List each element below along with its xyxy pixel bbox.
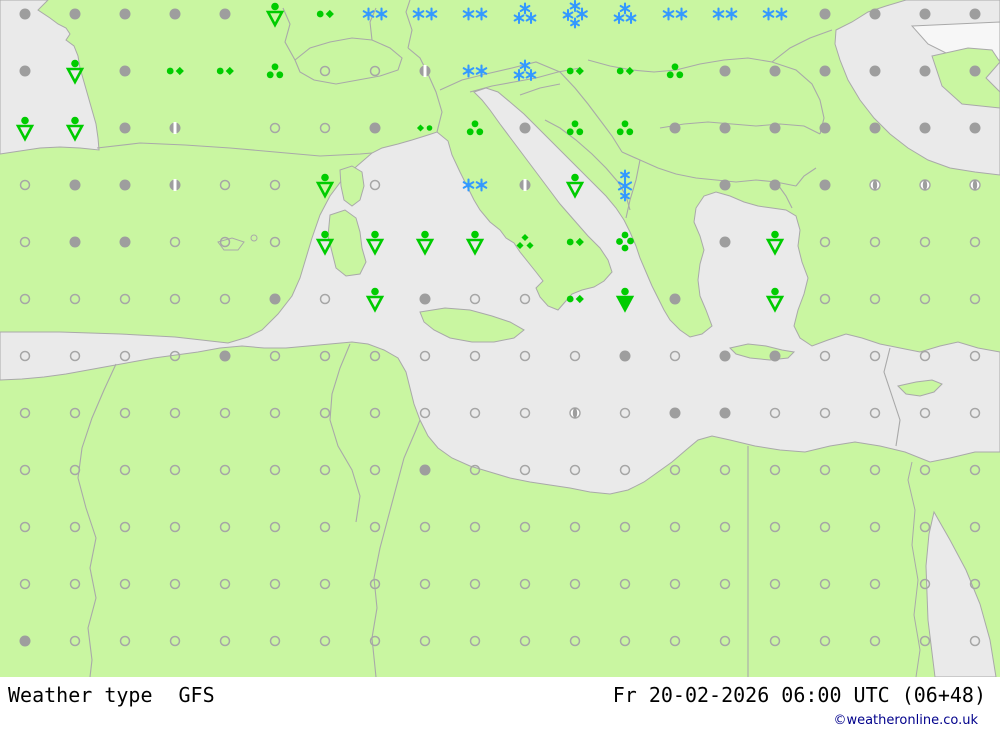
wx-symbol-overcast-filled-gray-dot <box>119 8 131 20</box>
copyright-link[interactable]: ©weatheronline.co.uk <box>833 713 978 728</box>
wx-symbol-overcast-filled-gray-dot <box>219 350 231 362</box>
wx-symbol-overcast-filled-gray-dot <box>819 122 831 134</box>
footer-left-text: Weather type GFS <box>8 683 215 707</box>
wx-symbol-overcast-filled-gray-dot <box>819 65 831 77</box>
wx-symbol-overcast-filled-gray-dot <box>119 236 131 248</box>
wx-symbol-overcast-filled-gray-dot <box>769 65 781 77</box>
island-menorca <box>250 234 258 242</box>
wx-symbol-overcast-filled-gray-dot <box>669 407 681 419</box>
wx-symbol-overcast-filled-gray-dot <box>719 236 731 248</box>
wx-symbol-overcast-filled-gray-dot <box>919 65 931 77</box>
wx-symbol-overcast-filled-gray-dot <box>819 8 831 20</box>
wx-symbol-overcast-filled-gray-dot <box>819 179 831 191</box>
wx-symbol-overcast-filled-gray-dot <box>69 179 81 191</box>
wx-symbol-overcast-filled-gray-dot <box>69 8 81 20</box>
wx-symbol-overcast-filled-gray-dot <box>919 8 931 20</box>
wx-symbol-overcast-filled-gray-dot <box>519 122 531 134</box>
wx-symbol-overcast-filled-gray-dot <box>769 350 781 362</box>
wx-symbol-overcast-filled-gray-dot <box>269 293 281 305</box>
wx-symbol-overcast-filled-gray-dot <box>19 635 31 647</box>
map-title: Weather type <box>8 683 153 707</box>
wx-symbol-overcast-filled-gray-dot <box>869 122 881 134</box>
wx-symbol-overcast-filled-gray-dot <box>119 65 131 77</box>
wx-symbol-overcast-filled-gray-dot <box>169 8 181 20</box>
wx-symbol-overcast-filled-gray-dot <box>369 122 381 134</box>
wx-symbol-overcast-filled-gray-dot <box>869 65 881 77</box>
wx-symbol-overcast-filled-gray-dot <box>669 293 681 305</box>
wx-symbol-overcast-filled-gray-dot <box>869 8 881 20</box>
valid-datetime: Fr 20-02-2026 06:00 UTC (06+48) <box>612 683 986 707</box>
wx-symbol-overcast-filled-gray-dot <box>719 179 731 191</box>
wx-symbol-overcast-filled-gray-dot <box>119 179 131 191</box>
wx-symbol-overcast-filled-gray-dot <box>919 122 931 134</box>
map-svg <box>0 0 1000 677</box>
wx-symbol-half-cloudy-open-circle-gray-bar <box>569 407 581 419</box>
wx-symbol-overcast-filled-gray-dot <box>19 65 31 77</box>
wx-symbol-overcast-filled-gray-dot <box>969 65 981 77</box>
wx-symbol-overcast-filled-gray-dot <box>419 464 431 476</box>
footer-bar: Weather type GFS Fr 20-02-2026 06:00 UTC … <box>0 677 1000 733</box>
wx-symbol-overcast-filled-gray-dot <box>969 122 981 134</box>
wx-symbol-overcast-filled-gray-dot <box>969 8 981 20</box>
wx-symbol-overcast-filled-gray-dot <box>769 179 781 191</box>
wx-symbol-overcast-filled-gray-dot <box>719 65 731 77</box>
wx-symbol-overcast-filled-gray-dot <box>19 8 31 20</box>
wx-symbol-overcast-filled-gray-dot <box>69 236 81 248</box>
island-corsica <box>339 165 365 207</box>
wx-symbol-overcast-filled-gray-dot <box>719 122 731 134</box>
wx-symbol-overcast-filled-gray-dot <box>119 122 131 134</box>
wx-symbol-half-cloudy-open-circle-gray-bar <box>919 179 931 191</box>
wx-symbol-overcast-filled-gray-dot <box>669 122 681 134</box>
wx-symbol-overcast-filled-gray-dot <box>419 293 431 305</box>
wx-symbol-overcast-filled-gray-dot <box>769 122 781 134</box>
wx-symbol-overcast-filled-gray-dot <box>719 407 731 419</box>
wx-symbol-half-cloudy-open-circle-gray-bar <box>969 179 981 191</box>
wx-symbol-overcast-filled-gray-dot <box>719 350 731 362</box>
wx-symbol-overcast-filled-gray-dot <box>219 8 231 20</box>
map-area <box>0 0 1000 677</box>
weather-map-screenshot: Weather type GFS Fr 20-02-2026 06:00 UTC … <box>0 0 1000 733</box>
model-name: GFS <box>178 683 215 707</box>
wx-symbol-overcast-filled-gray-dot <box>619 350 631 362</box>
wx-symbol-half-cloudy-open-circle-gray-bar <box>869 179 881 191</box>
